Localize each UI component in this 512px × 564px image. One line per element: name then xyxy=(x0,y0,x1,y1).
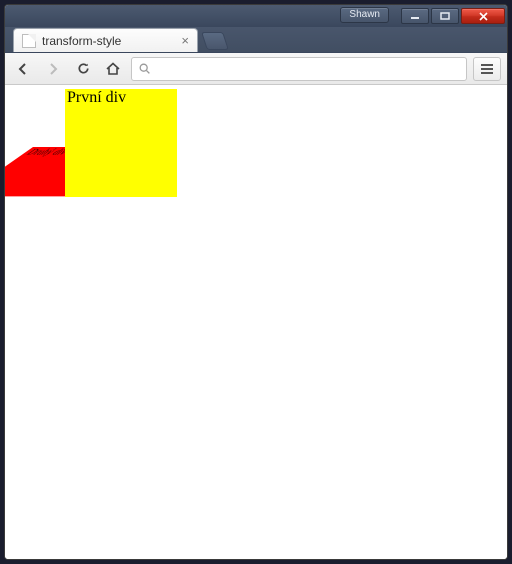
address-bar[interactable] xyxy=(131,57,467,81)
user-chip[interactable]: Shawn xyxy=(340,7,389,23)
page-icon xyxy=(22,34,36,48)
tab-title: transform-style xyxy=(42,34,175,48)
arrow-left-icon xyxy=(15,61,31,77)
active-tab[interactable]: transform-style × xyxy=(13,28,198,52)
forward-button[interactable] xyxy=(41,57,65,81)
demo-div-1-overlap xyxy=(65,155,145,197)
url-input[interactable] xyxy=(157,61,460,76)
home-icon xyxy=(105,61,121,77)
new-tab-button[interactable] xyxy=(201,32,229,50)
menu-button[interactable] xyxy=(473,57,501,81)
close-window-button[interactable] xyxy=(461,8,505,24)
back-button[interactable] xyxy=(11,57,35,81)
minimize-icon xyxy=(410,12,420,20)
browser-window: Shawn transform-style × xyxy=(4,4,508,560)
home-button[interactable] xyxy=(101,57,125,81)
toolbar xyxy=(5,53,507,85)
close-icon xyxy=(478,12,489,21)
reload-button[interactable] xyxy=(71,57,95,81)
titlebar: Shawn xyxy=(5,5,507,27)
tab-close-button[interactable]: × xyxy=(181,34,189,47)
search-icon xyxy=(138,62,151,75)
minimize-button[interactable] xyxy=(401,8,429,24)
reload-icon xyxy=(76,61,91,76)
hamburger-icon xyxy=(480,63,494,75)
page-content: Druhý div První div xyxy=(5,85,507,559)
arrow-right-icon xyxy=(45,61,61,77)
maximize-button[interactable] xyxy=(431,8,459,24)
maximize-icon xyxy=(440,12,450,20)
tabstrip: transform-style × xyxy=(5,27,507,53)
